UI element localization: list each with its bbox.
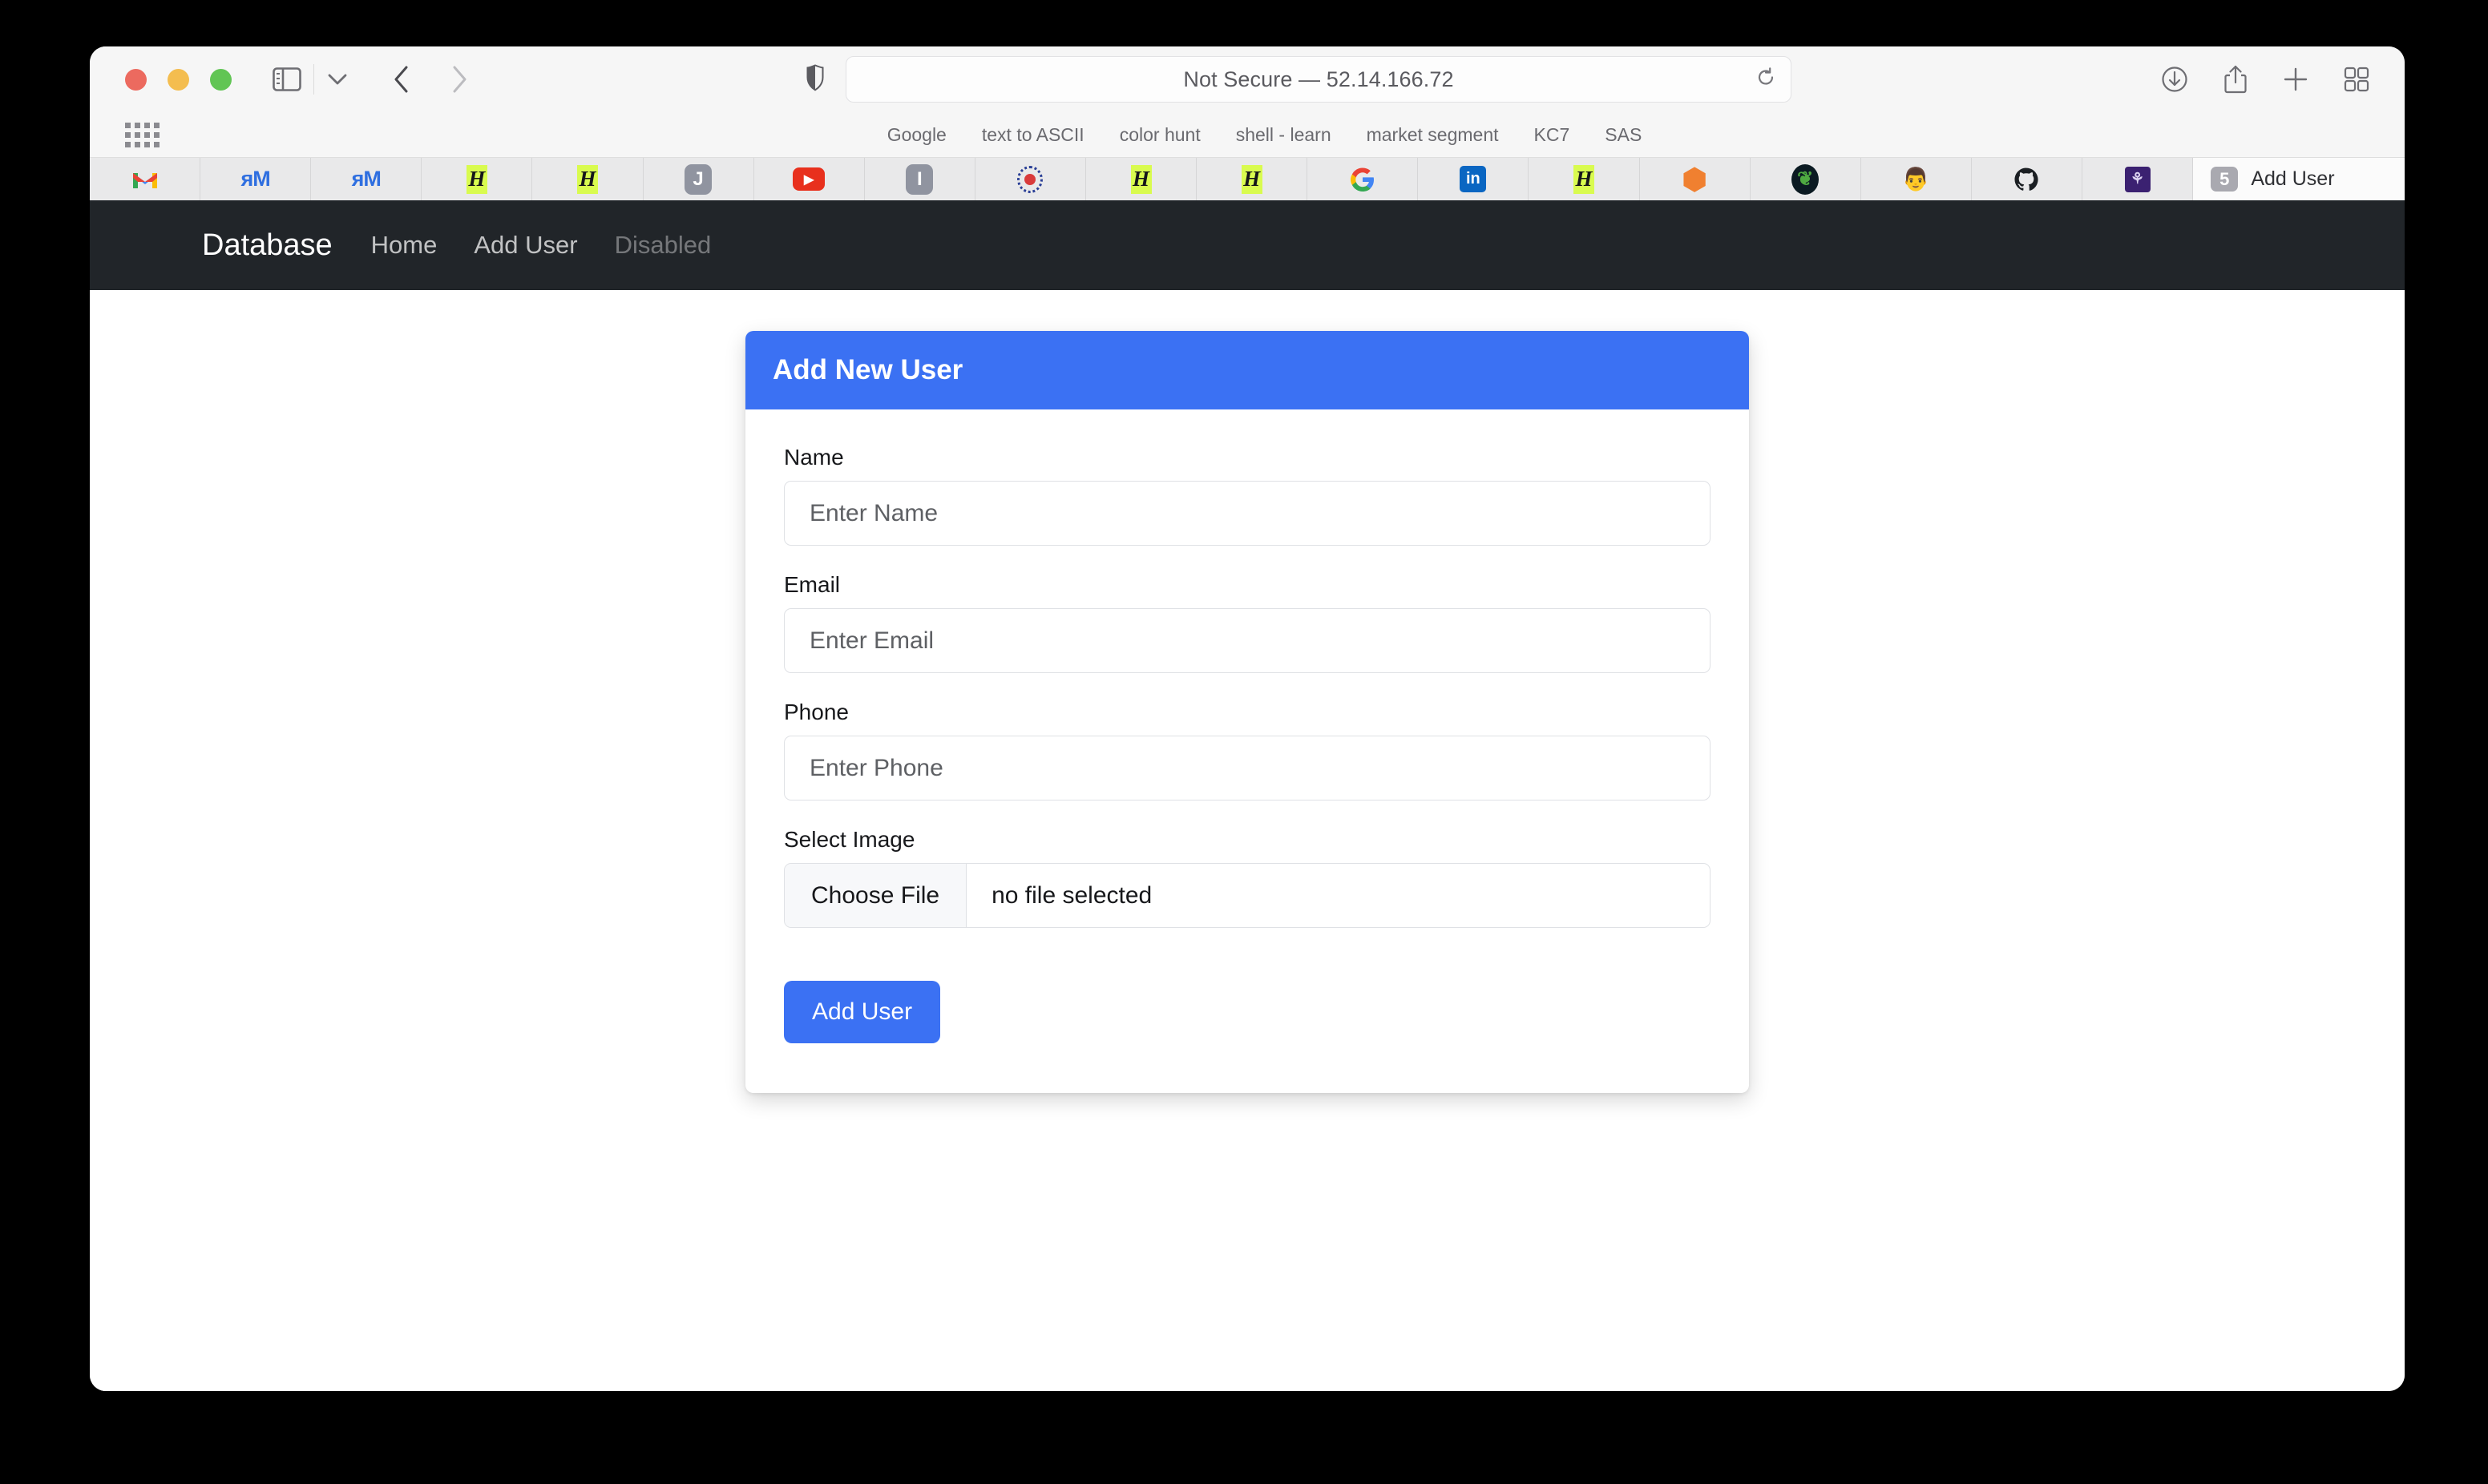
tab-seal[interactable] [975,158,1086,200]
label-email: Email [784,572,841,597]
tab-h-4[interactable]: H [1197,158,1308,200]
forward-icon[interactable] [438,61,481,98]
google-icon [1348,165,1377,194]
add-user-form: Name Email Phone Select Image [745,409,1749,1093]
browser-toolbar: Not Secure — 52.14.166.72 [90,46,2405,112]
bookmark-item[interactable]: text to ASCII [982,124,1084,146]
h-highlight-icon: H [466,164,487,194]
file-input[interactable]: Choose File no file selected [784,863,1710,928]
nav-link-add-user[interactable]: Add User [474,231,577,260]
field-email: Email [784,572,1710,673]
tab-title: Add User [2251,167,2335,190]
tab-mongodb[interactable]: ❦ [1750,158,1861,200]
label-name: Name [784,445,844,470]
card-header-title: Add New User [745,331,1749,409]
window-controls [125,68,232,91]
bookmark-item[interactable]: KC7 [1534,124,1570,146]
tab-youtube[interactable]: ▶ [753,158,865,200]
rm-logo-icon: ᴙM [351,167,382,191]
show-all-bookmarks-icon[interactable] [125,122,160,147]
site-navbar: Database Home Add User Disabled [90,200,2405,290]
share-icon[interactable] [2223,65,2248,94]
tab-h-2[interactable]: H [532,158,644,200]
tab-active-add-user[interactable]: 5 Add User [2193,158,2405,200]
tab-rm-2[interactable]: ᴙM [311,158,422,200]
name-input[interactable] [784,481,1710,546]
label-select-image: Select Image [784,827,915,852]
j-square-icon: J [685,163,713,195]
nav-link-disabled: Disabled [614,231,712,259]
purple-app-icon: ⚘ [2124,166,2151,192]
linkedin-icon: in [1460,166,1487,192]
toolbar-divider [313,64,314,95]
bookmark-links: Google text to ASCII color hunt shell - … [887,124,1642,146]
hexagon-package-icon: ⬢ [1682,162,1707,196]
bookmark-item[interactable]: color hunt [1120,124,1201,146]
bookmark-item[interactable]: shell - learn [1236,124,1331,146]
add-user-submit-button[interactable]: Add User [784,981,941,1043]
github-icon [2012,165,2041,194]
h-highlight-icon: H [576,164,598,194]
back-icon[interactable] [380,61,423,98]
address-bar[interactable]: Not Secure — 52.14.166.72 [846,56,1791,103]
tab-h-3[interactable]: H [1085,158,1198,200]
zoom-window-button[interactable] [210,68,232,91]
tab-strip: ᴙM ᴙM H H J ▶ I H H in H ⬢ ❦ 👨 ⚘ 5 Add U… [90,157,2405,200]
add-user-card: Add New User Name Email Phone [745,331,1749,1093]
label-phone: Phone [784,700,849,724]
bookmark-item[interactable]: market segment [1367,124,1499,146]
h-highlight-icon: H [1573,164,1594,194]
tab-overview-icon[interactable] [2344,67,2369,92]
gmail-icon [131,165,160,194]
tab-h-1[interactable]: H [422,158,533,200]
tab-badge: 5 [2211,166,2239,192]
tab-j[interactable]: J [643,158,754,200]
card-container: Add New User Name Email Phone [90,290,2405,1093]
tab-github[interactable] [1971,158,2082,200]
nav-link-home[interactable]: Home [371,231,438,260]
tab-linkedin[interactable]: in [1418,158,1529,200]
h-highlight-icon: H [1241,164,1262,194]
toolbar-right-actions [2116,65,2369,94]
h-highlight-icon: H [1130,164,1152,194]
field-select-image: Select Image Choose File no file selecte… [784,827,1710,928]
bookmark-item[interactable]: Google [887,124,947,146]
file-status-text: no file selected [992,881,1153,909]
phone-input[interactable] [784,736,1710,800]
tab-package[interactable]: ⬢ [1639,158,1751,200]
close-window-button[interactable] [125,68,147,91]
tab-avatar[interactable]: 👨 [1860,158,1972,200]
rm-logo-icon: ᴙM [240,167,271,191]
new-tab-icon[interactable] [2283,67,2308,92]
sidebar-icon[interactable] [269,61,305,98]
reload-icon[interactable] [1755,67,1776,92]
downloads-icon[interactable] [2161,66,2188,93]
tab-h-5[interactable]: H [1529,158,1640,200]
tab-gmail[interactable] [90,158,201,200]
avatar-icon: 👨 [1901,167,1930,192]
mongodb-leaf-icon: ❦ [1791,163,1820,195]
navbar-brand[interactable]: Database [202,228,333,263]
field-phone: Phone [784,700,1710,800]
chevron-down-icon[interactable] [322,61,353,98]
page-content: Database Home Add User Disabled Add New … [90,200,2405,1391]
tab-google[interactable] [1307,158,1419,200]
bookmarks-bar: Google text to ASCII color hunt shell - … [90,112,2405,157]
seal-crest-icon [1017,165,1044,193]
privacy-shield-icon[interactable] [806,63,825,95]
tab-purple-app[interactable]: ⚘ [2082,158,2194,200]
tab-i[interactable]: I [864,158,975,200]
minimize-window-button[interactable] [168,68,189,91]
field-name: Name [784,445,1710,546]
tab-rm-1[interactable]: ᴙM [200,158,312,200]
choose-file-button[interactable]: Choose File [785,864,967,927]
bookmark-item[interactable]: SAS [1605,124,1642,146]
email-input[interactable] [784,608,1710,673]
i-square-icon: I [906,163,934,195]
youtube-icon: ▶ [793,167,826,191]
browser-window: Not Secure — 52.14.166.72 Google text to… [90,46,2405,1391]
url-text: Not Secure — 52.14.166.72 [1183,67,1454,91]
